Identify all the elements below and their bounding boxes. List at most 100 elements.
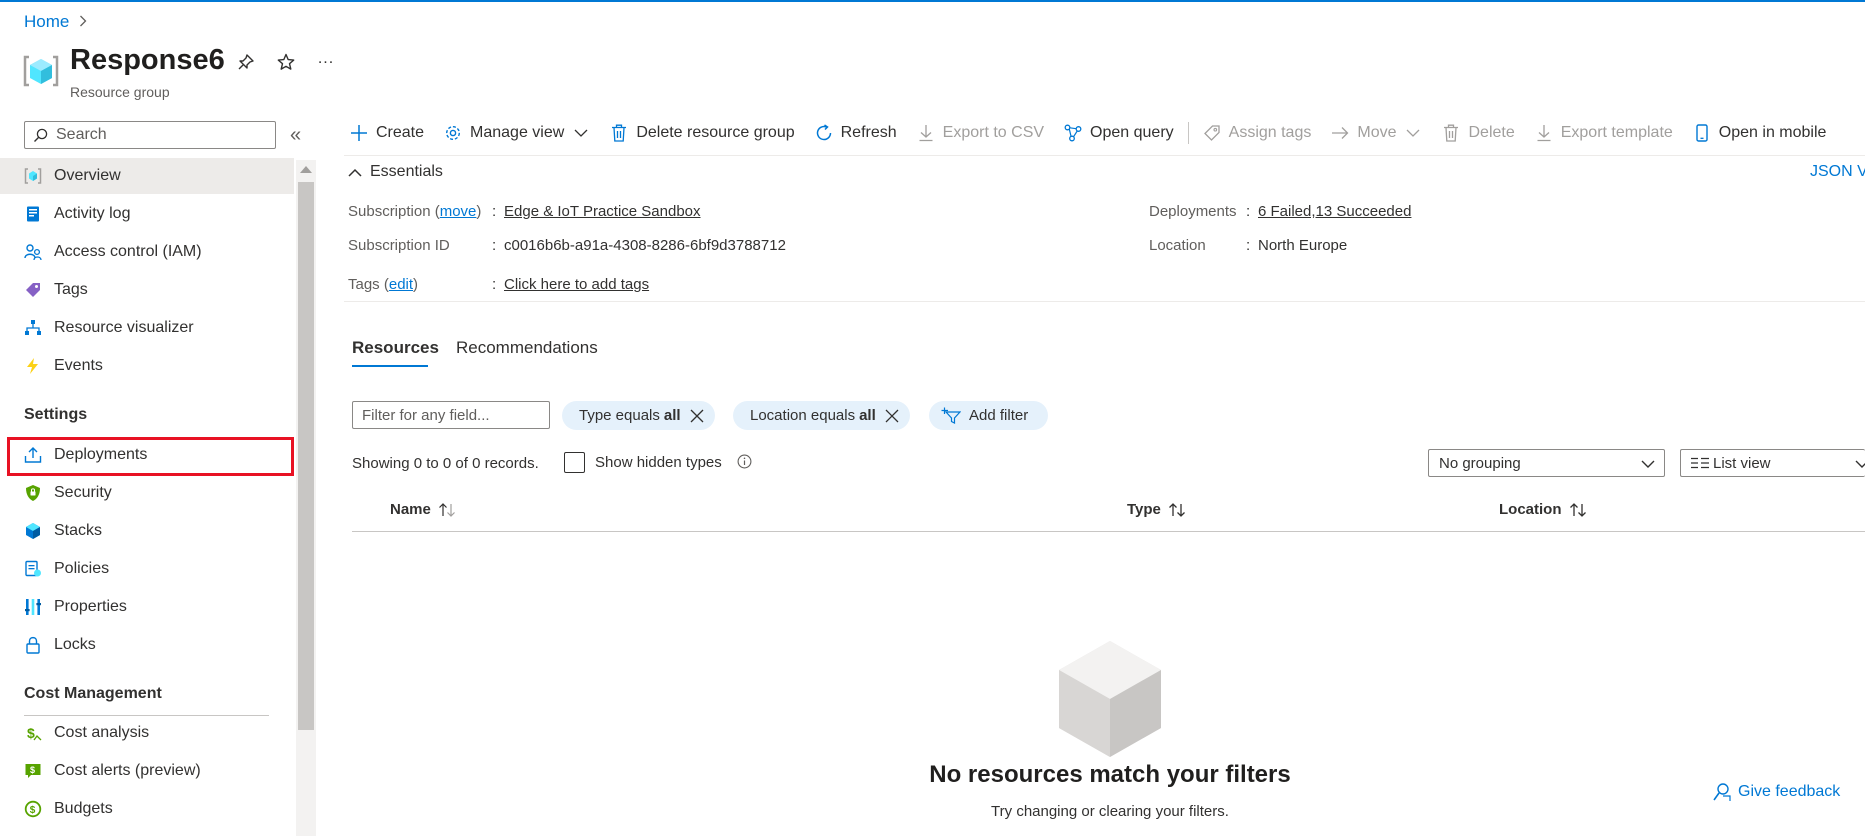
sidebar-item-events[interactable]: Events (0, 348, 294, 384)
sidebar-item-cost-analysis[interactable]: $ Cost analysis (0, 715, 294, 751)
sidebar-item-label: Security (54, 484, 112, 501)
tab-resources[interactable]: Resources (352, 338, 439, 358)
filter-input[interactable] (352, 401, 550, 429)
show-hidden-types-label: Show hidden types (595, 454, 722, 471)
column-location-label: Location (1499, 501, 1562, 518)
sidebar-item-iam[interactable]: Access control (IAM) (0, 234, 294, 270)
tags-edit-link[interactable]: edit (389, 276, 413, 293)
svg-text:$: $ (30, 765, 35, 775)
delete-resource-group-button[interactable]: Delete resource group (610, 124, 795, 142)
colon: : (1246, 237, 1251, 254)
location-filter-pill[interactable]: Location equals all (733, 401, 910, 430)
add-filter-button[interactable]: Add filter (929, 401, 1049, 430)
close-icon[interactable] (884, 408, 900, 424)
scrollbar-thumb[interactable] (298, 182, 314, 730)
column-header-location[interactable]: Location (1499, 501, 1587, 518)
create-button[interactable]: Create (350, 124, 424, 142)
sidebar-item-locks[interactable]: Locks (0, 627, 294, 663)
essentials-toggle[interactable]: Essentials (348, 163, 443, 181)
type-filter-value: all (663, 407, 681, 424)
policy-icon (24, 560, 42, 578)
export-template-label: Export template (1560, 124, 1673, 141)
table-header-divider (352, 531, 1865, 532)
lock-icon (24, 636, 42, 654)
resource-group-icon (23, 55, 59, 87)
delete-resource-group-label: Delete resource group (636, 124, 795, 141)
deployments-link[interactable]: 6 Failed,13 Succeeded (1258, 203, 1411, 220)
grouping-dropdown[interactable]: No grouping (1428, 449, 1665, 477)
chevron-down-icon (1855, 460, 1865, 468)
subscription-id-value: c0016b6b-a91a-4308-8286-6bf9d3788712 (504, 237, 786, 254)
sidebar-item-security[interactable]: Security (0, 475, 294, 511)
info-icon[interactable] (737, 454, 752, 469)
show-hidden-types-checkbox[interactable] (564, 452, 585, 473)
activity-log-icon (24, 205, 42, 223)
export-template-button[interactable]: Export template (1535, 124, 1673, 142)
sidebar-item-properties[interactable]: Properties (0, 589, 294, 625)
active-tab-indicator (352, 365, 428, 367)
column-header-name[interactable]: Name (390, 501, 456, 518)
sidebar-item-resource-visualizer[interactable]: Resource visualizer (0, 310, 294, 346)
close-icon[interactable] (689, 408, 705, 424)
json-view-link[interactable]: JSON Vi (1810, 163, 1865, 181)
export-csv-button[interactable]: Export to CSV (917, 124, 1044, 142)
sidebar-scrollbar[interactable] (296, 160, 316, 836)
subscription-id-label: Subscription ID (348, 237, 450, 254)
sidebar-item-label: Tags (54, 281, 88, 298)
scroll-up-icon[interactable] (300, 166, 312, 173)
add-tags-link[interactable]: Click here to add tags (504, 276, 649, 293)
tab-recommendations[interactable]: Recommendations (456, 338, 598, 358)
subscription-label: Subscription (move) (348, 203, 482, 220)
properties-icon (24, 598, 42, 616)
type-filter-pill[interactable]: Type equals all (562, 401, 715, 430)
refresh-label: Refresh (840, 124, 897, 141)
give-feedback-link[interactable]: Give feedback (1712, 782, 1840, 802)
sidebar-item-stacks[interactable]: Stacks (0, 513, 294, 549)
colon: : (492, 237, 497, 254)
command-bar: Create Manage view Delete resource group… (350, 120, 1846, 146)
arrow-right-icon (1331, 124, 1349, 142)
lightning-icon (24, 357, 42, 375)
collapse-sidebar-icon[interactable]: « (290, 124, 301, 147)
sidebar-item-label: Activity log (54, 205, 131, 222)
subscription-link[interactable]: Edge & IoT Practice Sandbox (504, 203, 701, 220)
manage-view-button[interactable]: Manage view (444, 124, 590, 142)
breadcrumb-home-link[interactable]: Home (24, 12, 69, 32)
plus-icon (350, 124, 368, 142)
essentials-header: Essentials (370, 163, 443, 180)
sidebar-item-activity-log[interactable]: Activity log (0, 196, 294, 232)
deployments-label: Deployments (1149, 203, 1237, 220)
open-query-button[interactable]: Open query (1064, 124, 1174, 142)
location-filter-value: all (859, 407, 876, 424)
move-button[interactable]: Move (1331, 124, 1422, 142)
cost-alerts-icon: $ (24, 762, 42, 780)
sort-ascending-icon (438, 502, 455, 517)
toolbar-separator (1187, 122, 1189, 144)
svg-text:$: $ (30, 805, 36, 816)
pin-icon[interactable] (236, 52, 256, 72)
more-options-button[interactable]: ... (316, 49, 336, 69)
star-icon[interactable] (276, 52, 296, 72)
column-header-type[interactable]: Type (1127, 501, 1186, 518)
assign-tags-button[interactable]: Assign tags (1203, 124, 1311, 142)
budget-icon: $ (24, 800, 42, 818)
settings-section-header: Settings (24, 406, 88, 423)
sidebar-item-tags[interactable]: Tags (0, 272, 294, 308)
sidebar-item-budgets[interactable]: $ Budgets (0, 791, 294, 827)
sidebar-item-cost-alerts[interactable]: $ Cost alerts (preview) (0, 753, 294, 789)
open-in-mobile-button[interactable]: Open in mobile (1693, 124, 1826, 142)
search-icon (34, 128, 48, 142)
sidebar-item-policies[interactable]: Policies (0, 551, 294, 587)
sidebar-item-overview[interactable]: Overview (0, 158, 294, 194)
delete-button[interactable]: Delete (1442, 124, 1515, 142)
refresh-button[interactable]: Refresh (815, 124, 897, 142)
sidebar-item-label: Stacks (54, 522, 103, 539)
refresh-icon (815, 124, 833, 142)
sidebar-search[interactable] (24, 121, 276, 149)
sidebar-item-label: Budgets (54, 800, 113, 817)
move-label: Move (1357, 124, 1397, 141)
sidebar-search-input[interactable] (54, 125, 254, 145)
column-name-label: Name (390, 501, 431, 518)
view-dropdown[interactable]: List view (1680, 449, 1865, 477)
subscription-move-link[interactable]: move (440, 203, 477, 220)
